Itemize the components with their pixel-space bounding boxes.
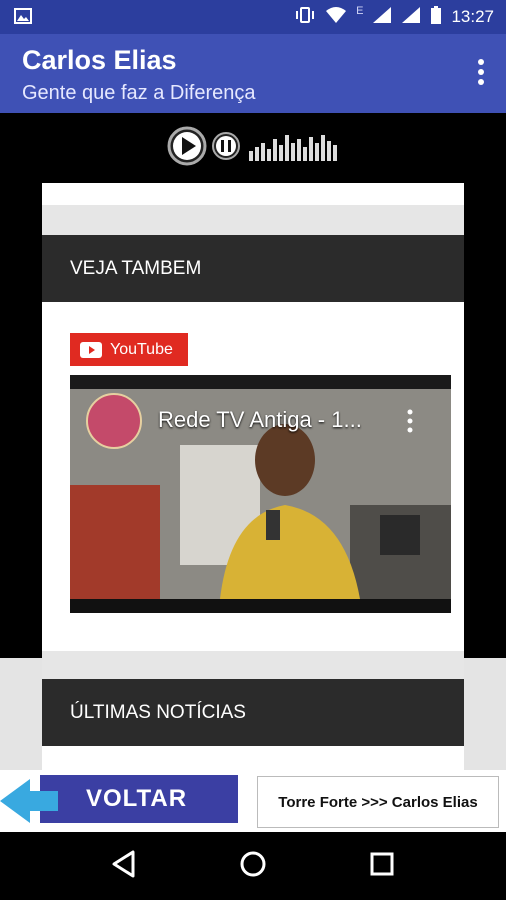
app-subtitle: Gente que faz a Diferença bbox=[22, 82, 256, 104]
battery-icon bbox=[430, 5, 442, 29]
section-header-veja-tambem: VEJA TAMBEM bbox=[42, 235, 464, 302]
voltar-label: VOLTAR bbox=[86, 785, 188, 812]
app-bar: Carlos Elias Gente que faz a Diferença bbox=[0, 34, 506, 113]
youtube-logo-icon bbox=[80, 341, 102, 358]
youtube-video-embed[interactable]: Rede TV Antiga - 1... bbox=[70, 375, 451, 613]
image-notification-icon bbox=[14, 8, 32, 29]
home-icon[interactable] bbox=[239, 850, 267, 883]
status-time: 13:27 bbox=[451, 7, 494, 26]
bottom-banner: VOLTAR Torre Forte >>> Carlos Elias bbox=[0, 770, 506, 832]
divider bbox=[42, 205, 464, 235]
network-type-label: E bbox=[356, 5, 364, 17]
section-header-ultimas-noticias: ÚLTIMAS NOTÍCIAS bbox=[42, 679, 464, 746]
radio-player bbox=[0, 113, 506, 183]
status-bar: E 13:27 bbox=[0, 0, 506, 34]
recents-icon[interactable] bbox=[369, 851, 395, 882]
play-icon[interactable] bbox=[167, 126, 207, 171]
equalizer-icon bbox=[249, 131, 339, 166]
navigation-bar bbox=[0, 832, 506, 900]
card-top bbox=[42, 183, 464, 205]
more-options-icon[interactable] bbox=[476, 58, 486, 86]
voltar-button[interactable]: VOLTAR bbox=[0, 773, 245, 829]
vibrate-icon bbox=[294, 6, 316, 29]
content-card: VEJA TAMBEM YouTube Rede TV Antiga - 1..… bbox=[42, 183, 464, 770]
youtube-badge[interactable]: YouTube bbox=[70, 333, 188, 366]
section-title: ÚLTIMAS NOTÍCIAS bbox=[70, 701, 246, 723]
back-icon[interactable] bbox=[111, 850, 137, 883]
pause-icon[interactable] bbox=[211, 131, 241, 166]
web-content: VEJA TAMBEM YouTube Rede TV Antiga - 1..… bbox=[0, 113, 506, 770]
youtube-badge-label: YouTube bbox=[110, 340, 173, 358]
signal-icon bbox=[372, 6, 392, 29]
section-title: VEJA TAMBEM bbox=[70, 257, 202, 279]
torre-forte-link[interactable]: Torre Forte >>> Carlos Elias bbox=[257, 776, 499, 828]
divider-2 bbox=[42, 651, 464, 679]
video-title: Rede TV Antiga - 1... bbox=[158, 407, 362, 432]
channel-avatar bbox=[86, 393, 142, 449]
video-menu-icon[interactable] bbox=[407, 409, 413, 433]
torre-forte-label: Torre Forte >>> Carlos Elias bbox=[278, 793, 478, 811]
wifi-icon bbox=[325, 6, 347, 29]
app-title: Carlos Elias bbox=[22, 45, 177, 75]
signal-icon-2 bbox=[401, 6, 421, 29]
